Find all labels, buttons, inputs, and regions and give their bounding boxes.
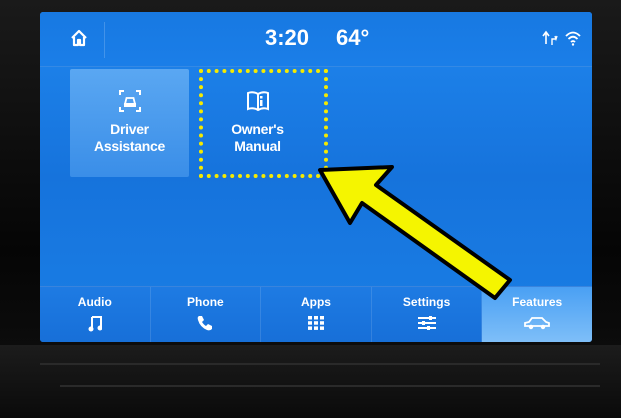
music-note-icon (88, 313, 102, 333)
status-bar: 3:20 64° (40, 12, 592, 67)
owners-manual-tile[interactable]: Owner's Manual (198, 69, 317, 177)
driver-assistance-tile[interactable]: Driver Assistance (70, 69, 189, 177)
nav-phone[interactable]: Phone (151, 287, 262, 342)
clock: 3:20 (265, 25, 310, 50)
nav-label: Features (512, 295, 563, 309)
dashboard-vent (0, 345, 621, 418)
tile-label-line1: Owner's (231, 121, 284, 137)
nav-label: Audio (77, 295, 112, 309)
book-icon (243, 87, 273, 115)
apps-grid-icon (307, 313, 325, 333)
sliders-icon (417, 313, 437, 333)
phone-icon (196, 313, 214, 333)
car-icon (523, 313, 551, 333)
nav-audio[interactable]: Audio (40, 287, 151, 342)
wifi-icon (564, 30, 582, 51)
tile-label-line2: Assistance (94, 138, 165, 154)
home-button[interactable] (54, 22, 105, 58)
pointer-arrow (318, 165, 512, 300)
tile-label-line2: Manual (234, 138, 281, 154)
home-icon (69, 28, 89, 53)
outside-temperature: 64° (336, 25, 370, 50)
gps-signal-icon (542, 30, 558, 51)
driver-assist-icon (115, 87, 145, 115)
nav-label: Phone (187, 295, 224, 309)
tile-label-line1: Driver (110, 121, 149, 137)
